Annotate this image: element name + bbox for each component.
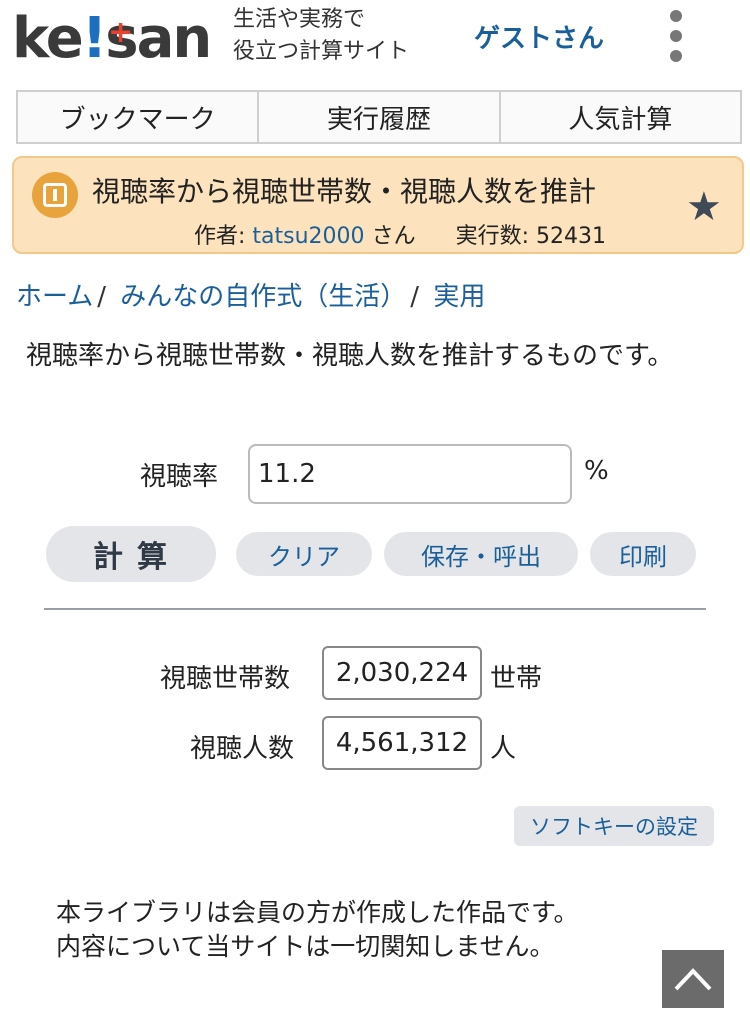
result-people-value[interactable]: 4,561,312 [322,716,482,770]
user-label[interactable]: ゲストさん [474,18,604,55]
author-prefix: 作者: [194,224,246,249]
site-header: + ke!san 生活や実務で 役立つ計算サイト ゲストさん [0,0,750,80]
tab-bookmark[interactable]: ブックマーク [18,92,260,142]
rate-unit: % [584,456,609,486]
softkey-settings-button[interactable]: ソフトキーの設定 [514,806,714,846]
notice-line1: 本ライブラリは会員の方が作成した作品です。 [56,898,579,927]
rate-input[interactable] [248,444,572,504]
logo-plus-icon: + [108,15,133,50]
author-suffix: さん [371,224,416,249]
calculator-title-box: 視聴率から視聴世帯数・視聴人数を推計 作者: tatsu2000 さん 実行数:… [12,156,744,254]
tab-history[interactable]: 実行履歴 [259,92,501,142]
kebab-menu-icon[interactable] [662,6,690,66]
divider [44,608,706,610]
result-households-unit: 世帯 [490,664,543,694]
run-count: 52431 [536,224,606,249]
breadcrumb-subcategory[interactable]: 実用 [433,282,485,312]
calculator-description: 視聴率から視聴世帯数・視聴人数を推計するものです。 [26,341,674,371]
calculate-button[interactable]: 計算 [46,526,216,582]
print-button[interactable]: 印刷 [590,532,696,576]
nav-tabs: ブックマーク 実行履歴 人気計算 [16,90,742,144]
tagline-line1: 生活や実務で [233,7,366,32]
tab-popular[interactable]: 人気計算 [501,92,740,142]
breadcrumb: ホーム / みんなの自作式（生活） / 実用 [16,282,486,312]
site-logo[interactable]: + ke!san [12,8,218,70]
tagline-line2: 役立つ計算サイト [233,39,410,64]
save-load-button[interactable]: 保存・呼出 [384,532,578,576]
breadcrumb-category[interactable]: みんなの自作式（生活） [120,282,406,312]
result-people-unit: 人 [490,734,517,764]
rate-label: 視聴率 [140,462,219,492]
star-icon[interactable]: ★ [686,184,722,230]
library-notice: 本ライブラリは会員の方が作成した作品です。 内容について当サイトは一切関知しませ… [56,896,716,964]
result-people-label: 視聴人数 [190,734,295,764]
author-link[interactable]: tatsu2000 [252,224,364,249]
notice-line2: 内容について当サイトは一切関知しません。 [56,932,555,961]
run-count-label: 実行数: [455,224,529,249]
result-households-label: 視聴世帯数 [160,664,291,694]
breadcrumb-home[interactable]: ホーム [16,282,93,312]
site-tagline: 生活や実務で 役立つ計算サイト [233,4,409,68]
result-households-value[interactable]: 2,030,224 [322,646,482,700]
clear-button[interactable]: クリア [236,532,372,576]
calculator-title: 視聴率から視聴世帯数・視聴人数を推計 [92,175,597,208]
calculator-meta: 作者: tatsu2000 さん 実行数: 52431 [194,218,606,250]
calculator-category-icon [32,172,78,218]
chevron-up-icon[interactable] [662,950,724,1008]
